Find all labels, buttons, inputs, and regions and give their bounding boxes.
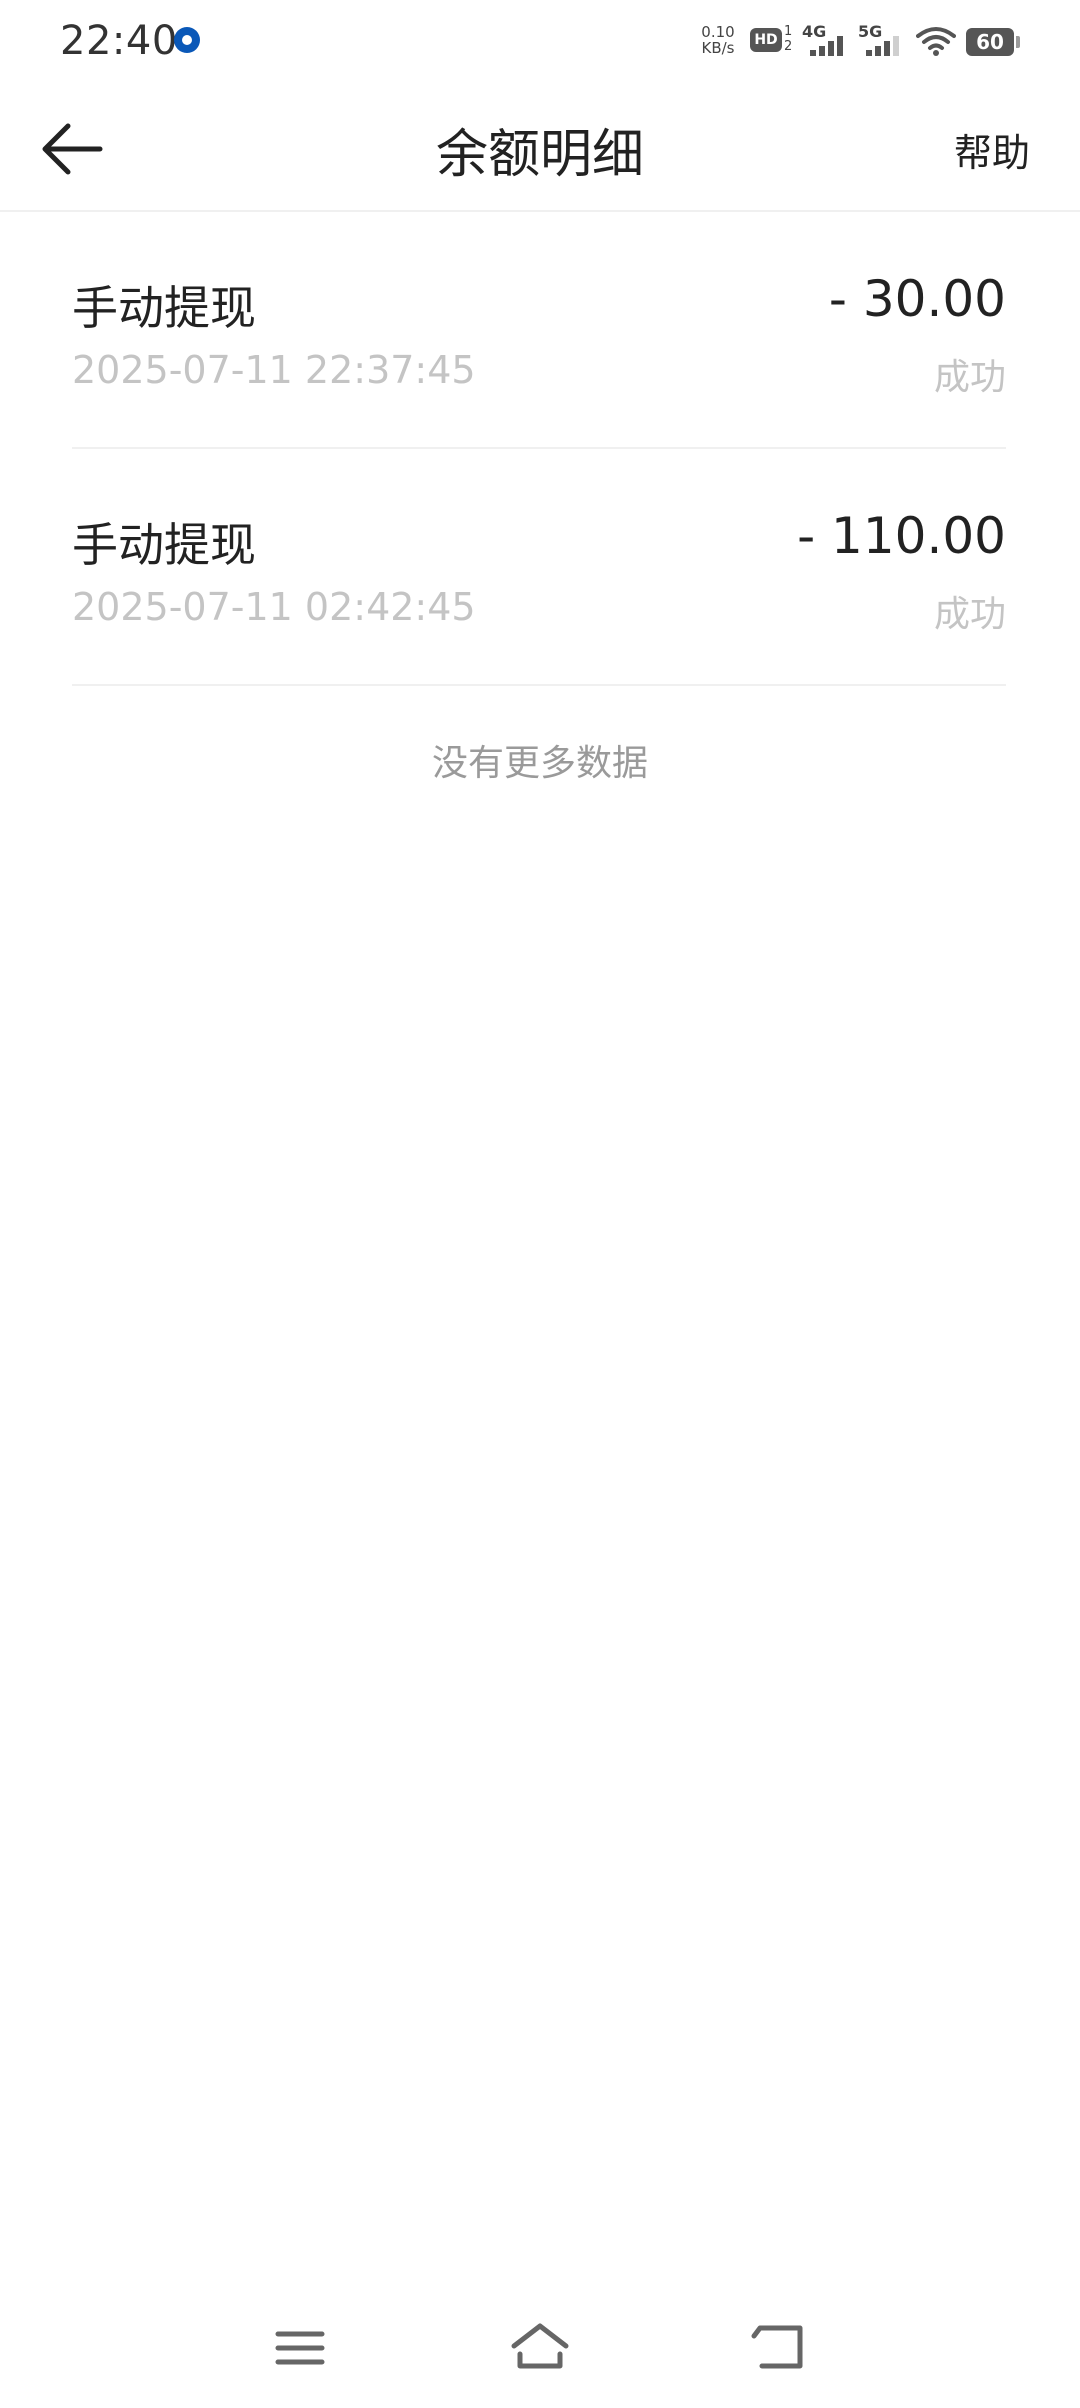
status-bar: 22:40 0.10 KB/s HD 1 2 4G 5G 60: [0, 0, 1080, 84]
record-item[interactable]: 手动提现 - 30.00 2025-07-11 22:37:45 成功: [72, 212, 1006, 449]
record-time: 2025-07-11 22:37:45: [72, 348, 476, 392]
record-time: 2025-07-11 02:42:45: [72, 585, 476, 629]
system-navigation-bar: [0, 2290, 1080, 2408]
hd-sim-bottom: 2: [784, 39, 793, 54]
app-header: 余额明细 帮助: [0, 84, 1080, 212]
hd-sim-top: 1: [784, 24, 793, 39]
hd-sim-index: 1 2: [784, 24, 792, 54]
back-icon: [751, 2325, 803, 2369]
network-speed-unit: KB/s: [701, 39, 735, 57]
record-status: 成功: [933, 357, 1006, 398]
network-speed: 0.10 KB/s: [698, 24, 738, 56]
hd-voice-icon: HD: [750, 28, 782, 52]
wifi-icon: [916, 27, 956, 56]
home-button[interactable]: [510, 2318, 570, 2378]
page-title: 余额明细: [435, 125, 644, 185]
signal-strength-icon-2: [866, 36, 906, 56]
record-title: 手动提现: [72, 281, 256, 335]
signal-strength-icon-1: [810, 36, 850, 56]
back-nav-button[interactable]: [750, 2318, 810, 2378]
record-status: 成功: [933, 594, 1006, 635]
network-speed-value: 0.10: [701, 23, 735, 41]
battery-icon: 60: [966, 28, 1020, 56]
menu-icon: [275, 2331, 325, 2365]
home-icon: [511, 2323, 569, 2369]
record-item[interactable]: 手动提现 - 110.00 2025-07-11 02:42:45 成功: [72, 449, 1006, 686]
record-title: 手动提现: [72, 518, 256, 572]
no-more-data-text: 没有更多数据: [431, 743, 648, 784]
menu-button[interactable]: [270, 2318, 330, 2378]
balance-record-list: 手动提现 - 30.00 2025-07-11 22:37:45 成功 手动提现…: [72, 212, 1006, 686]
screen: 22:40 0.10 KB/s HD 1 2 4G 5G 60 余额明细 帮助 …: [0, 0, 1080, 2408]
record-amount: - 110.00: [797, 507, 1006, 565]
help-button[interactable]: 帮助: [954, 122, 1030, 177]
status-time: 22:40: [60, 18, 178, 64]
record-amount: - 30.00: [828, 270, 1006, 328]
app-notification-icon: [174, 27, 200, 53]
